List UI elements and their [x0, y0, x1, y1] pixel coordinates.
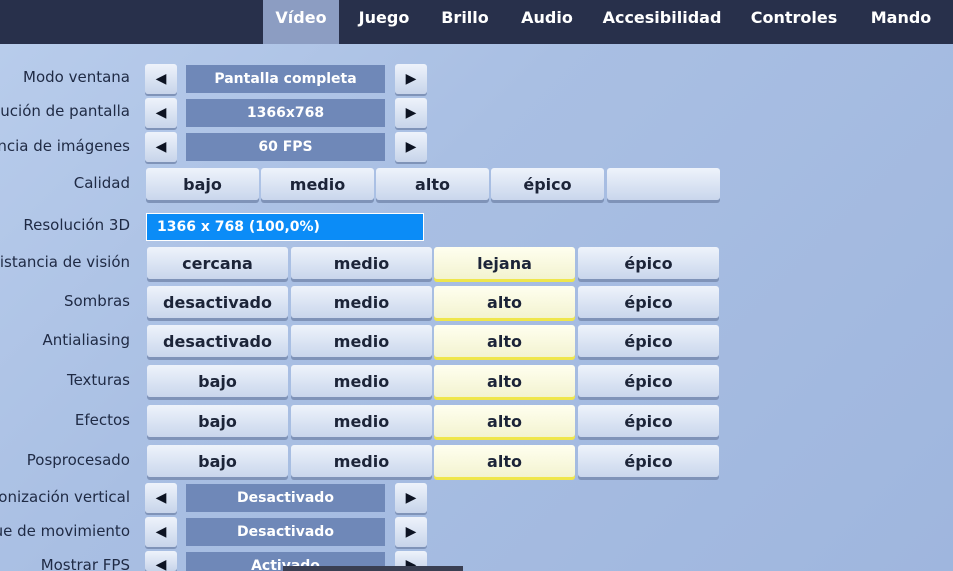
shadows-label: Sombras	[63, 292, 130, 310]
textures-option-medio[interactable]: medio	[291, 365, 432, 397]
quality-option-bajo[interactable]: bajo	[146, 168, 259, 200]
view-distance-option-cercana[interactable]: cercana	[147, 247, 288, 279]
view-distance-option-medio[interactable]: medio	[291, 247, 432, 279]
effects-option-bajo[interactable]: bajo	[147, 405, 288, 437]
postprocessing-label: Posprocesado	[26, 451, 130, 469]
textures-option-alto[interactable]: alto	[434, 365, 575, 397]
shadows-option-alto[interactable]: alto	[434, 286, 575, 318]
quality-option-alto[interactable]: alto	[376, 168, 489, 200]
quality-label: Calidad	[73, 174, 130, 192]
motion-blur-next-arrow-icon[interactable]: ▶	[395, 517, 427, 547]
resolution-label: olución de pantalla	[0, 102, 130, 120]
quality-option-epico[interactable]: épico	[491, 168, 604, 200]
tab-mando[interactable]: Mando	[862, 0, 940, 44]
tab-audio[interactable]: Audio	[512, 0, 582, 44]
view-distance-option-epico[interactable]: épico	[578, 247, 719, 279]
res3d-label: Resolución 3D	[23, 216, 130, 234]
show-fps-label: Mostrar FPS	[40, 556, 130, 571]
antialiasing-label: Antialiasing	[42, 331, 130, 349]
window-mode-label: Modo ventana	[23, 68, 130, 86]
postprocessing-option-bajo[interactable]: bajo	[147, 445, 288, 477]
motion-blur-value: Desactivado	[186, 518, 385, 546]
shadows-option-desactivado[interactable]: desactivado	[147, 286, 288, 318]
show-fps-prev-arrow-icon[interactable]: ◀	[145, 551, 177, 571]
window-mode-prev-arrow-icon[interactable]: ◀	[145, 64, 177, 94]
antialiasing-option-medio[interactable]: medio	[291, 325, 432, 357]
effects-option-medio[interactable]: medio	[291, 405, 432, 437]
frame-rate-value: 60 FPS	[186, 133, 385, 161]
postprocessing-option-alto[interactable]: alto	[434, 445, 575, 477]
res3d-slider[interactable]: 1366 x 768 (100,0%)	[146, 213, 424, 241]
view-distance-option-lejana[interactable]: lejana	[434, 247, 575, 279]
effects-option-epico[interactable]: épico	[578, 405, 719, 437]
antialiasing-option-desactivado[interactable]: desactivado	[147, 325, 288, 357]
effects-label: Efectos	[74, 411, 130, 429]
resolution-prev-arrow-icon[interactable]: ◀	[145, 98, 177, 128]
tab-brillo[interactable]: Brillo	[434, 0, 496, 44]
frame-rate-next-arrow-icon[interactable]: ▶	[395, 132, 427, 162]
quality-option-custom[interactable]	[607, 168, 720, 200]
motion-blur-prev-arrow-icon[interactable]: ◀	[145, 517, 177, 547]
vsync-prev-arrow-icon[interactable]: ◀	[145, 483, 177, 513]
frame-rate-label: ncia de imágenes	[0, 137, 130, 155]
frame-rate-prev-arrow-icon[interactable]: ◀	[145, 132, 177, 162]
textures-option-bajo[interactable]: bajo	[147, 365, 288, 397]
shadows-option-epico[interactable]: épico	[578, 286, 719, 318]
resolution-next-arrow-icon[interactable]: ▶	[395, 98, 427, 128]
top-nav-bar: Vídeo Juego Brillo Audio Accesibilidad C…	[0, 0, 953, 44]
antialiasing-option-epico[interactable]: épico	[578, 325, 719, 357]
tab-juego[interactable]: Juego	[352, 0, 416, 44]
scrollbar[interactable]	[283, 566, 463, 571]
postprocessing-option-medio[interactable]: medio	[291, 445, 432, 477]
vsync-value: Desactivado	[186, 484, 385, 512]
window-mode-value: Pantalla completa	[186, 65, 385, 93]
textures-option-epico[interactable]: épico	[578, 365, 719, 397]
window-mode-next-arrow-icon[interactable]: ▶	[395, 64, 427, 94]
resolution-value: 1366x768	[186, 99, 385, 127]
postprocessing-option-epico[interactable]: épico	[578, 445, 719, 477]
motion-blur-label: ue de movimiento	[0, 522, 130, 540]
quality-option-medio[interactable]: medio	[261, 168, 374, 200]
tab-controles[interactable]: Controles	[745, 0, 843, 44]
antialiasing-option-alto[interactable]: alto	[434, 325, 575, 357]
shadows-option-medio[interactable]: medio	[291, 286, 432, 318]
effects-option-alto[interactable]: alto	[434, 405, 575, 437]
vsync-next-arrow-icon[interactable]: ▶	[395, 483, 427, 513]
view-distance-label: Distancia de visión	[0, 253, 130, 271]
vsync-label: ronización vertical	[0, 488, 130, 506]
tab-video[interactable]: Vídeo	[263, 0, 339, 44]
tab-accesibilidad[interactable]: Accesibilidad	[598, 0, 726, 44]
textures-label: Texturas	[66, 371, 130, 389]
